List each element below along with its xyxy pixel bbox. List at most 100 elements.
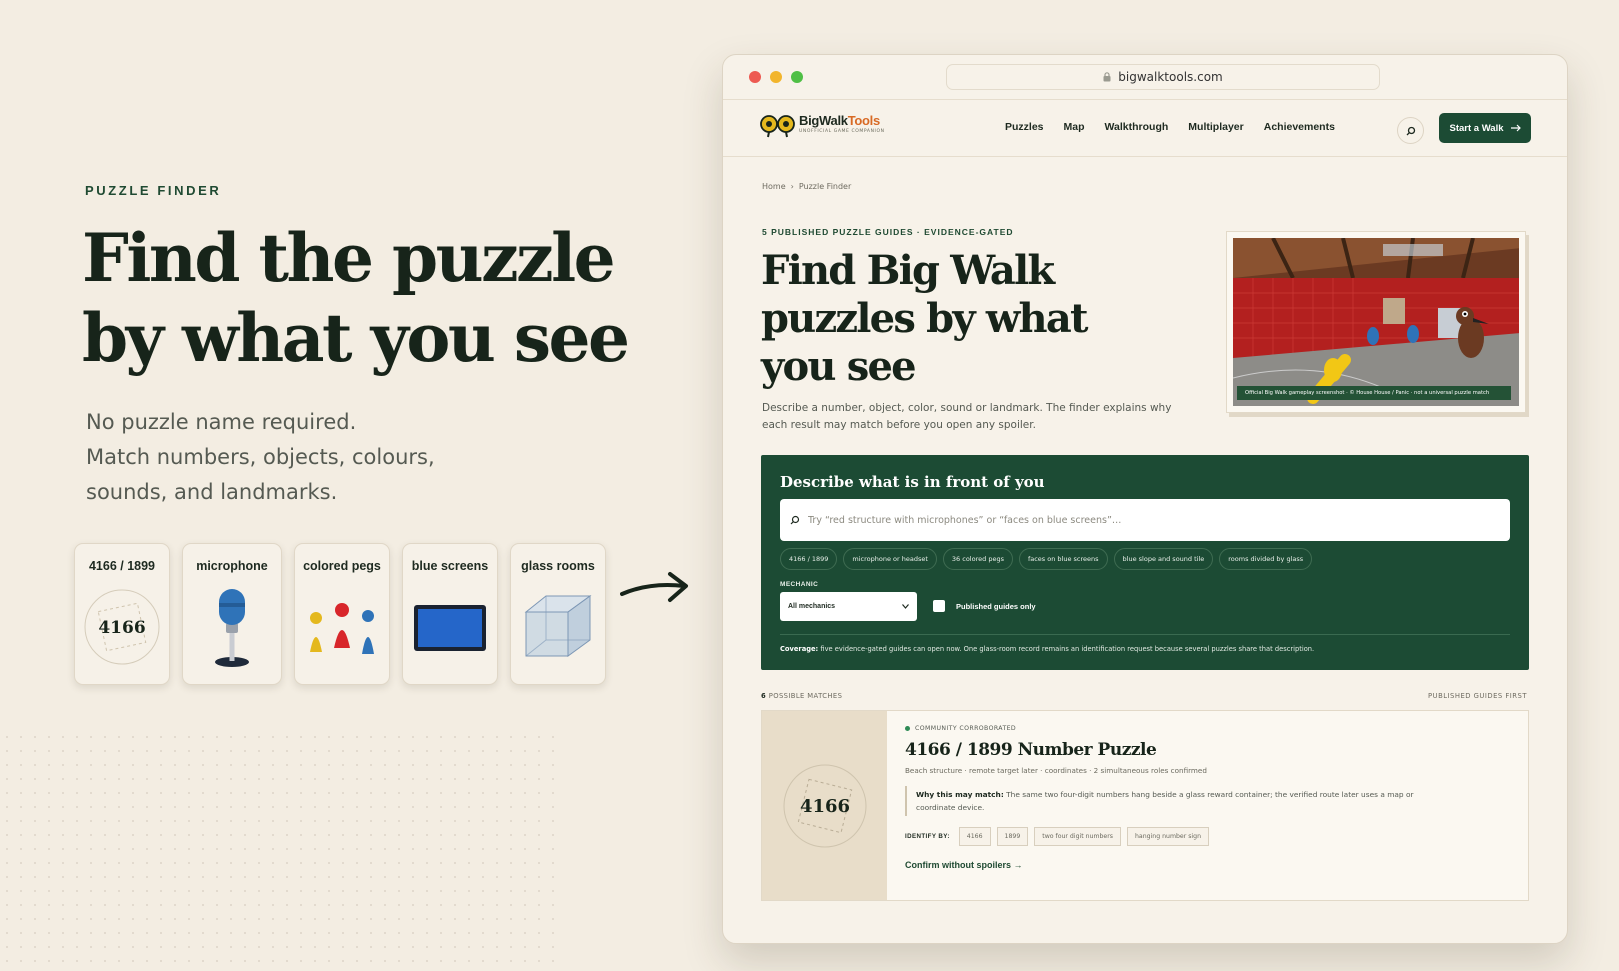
example-card-glass: glass rooms	[510, 543, 606, 685]
minimize-dot-icon[interactable]	[770, 71, 782, 83]
published-only-label: Published guides only	[956, 601, 1036, 611]
hero-title-line: Find the puzzle	[82, 219, 616, 297]
identify-tag: 4166	[958, 827, 991, 846]
page-title: Find Big Walk puzzles by what you see	[761, 247, 1161, 391]
binoculars-logo-icon	[760, 115, 795, 138]
start-walk-label: Start a Walk	[1449, 122, 1504, 134]
stamp-text: 4166	[98, 618, 145, 638]
confirm-without-spoilers-link[interactable]: Confirm without spoilers →	[905, 860, 1510, 870]
thumb-text: 4166	[799, 796, 849, 817]
browser-chrome: bigwalktools.com	[723, 55, 1567, 98]
microphone-icon	[190, 585, 274, 669]
nav-link-map[interactable]: Map	[1064, 121, 1085, 133]
card-label: microphone	[196, 559, 268, 573]
number-stamp-icon: 4166	[80, 585, 164, 669]
identify-tags: IDENTIFY BY: 4166 1899 two four digit nu…	[905, 827, 1510, 846]
blue-screen-icon	[408, 585, 492, 669]
browser-window: bigwalktools.com BigWalkTools UNOFFICIAL…	[722, 54, 1568, 944]
dot-pattern	[0, 730, 560, 970]
page-eyebrow: 5 PUBLISHED PUZZLE GUIDES · EVIDENCE-GAT…	[762, 227, 1014, 237]
site-nav: BigWalkTools UNOFFICIAL GAME COMPANION P…	[723, 99, 1567, 157]
screenshot-caption: Official Big Walk gameplay screenshot · …	[1237, 386, 1511, 400]
status-badge: COMMUNITY CORROBORATED	[905, 725, 1510, 732]
results-count-number: 6	[761, 692, 767, 700]
identify-tag: 1899	[996, 827, 1029, 846]
status-badge-label: COMMUNITY CORROBORATED	[915, 725, 1017, 732]
nav-links: Puzzles Map Walkthrough Multiplayer Achi…	[1005, 121, 1335, 133]
hero-subtitle-line: sounds, and landmarks.	[86, 480, 338, 504]
identify-tag: hanging number sign	[1127, 827, 1210, 846]
breadcrumb-separator: ›	[790, 182, 794, 191]
nav-link-multiplayer[interactable]: Multiplayer	[1188, 121, 1243, 133]
published-only-checkbox[interactable]	[933, 600, 945, 612]
nav-link-puzzles[interactable]: Puzzles	[1005, 121, 1044, 133]
card-label: blue screens	[411, 559, 489, 573]
result-title[interactable]: 4166 / 1899 Number Puzzle	[905, 740, 1510, 760]
glass-cube-icon	[516, 585, 600, 669]
match-explanation-label: Why this may match:	[916, 790, 1004, 799]
address-bar[interactable]: bigwalktools.com	[946, 64, 1380, 90]
example-card-number: 4166 / 1899 4166	[74, 543, 170, 685]
page-title-line: puzzles by what	[761, 295, 1088, 342]
maximize-dot-icon[interactable]	[791, 71, 803, 83]
finder-search-box[interactable]	[780, 499, 1510, 541]
suggestion-chip[interactable]: microphone or headset	[843, 548, 937, 570]
result-card[interactable]: 4166 COMMUNITY CORROBORATED 4166 / 1899 …	[761, 710, 1529, 901]
search-icon	[790, 515, 800, 525]
published-only-toggle[interactable]: Published guides only	[933, 600, 1036, 612]
suggestion-chip[interactable]: rooms divided by glass	[1219, 548, 1313, 570]
card-label: colored pegs	[303, 559, 381, 573]
example-card-pegs: colored pegs	[294, 543, 390, 685]
breadcrumb-home[interactable]: Home	[762, 182, 786, 191]
search-icon	[1406, 126, 1415, 135]
finder-search-input[interactable]	[808, 514, 1510, 526]
card-label: glass rooms	[521, 559, 595, 573]
gameplay-scene-image	[1233, 238, 1519, 406]
suggestion-chip[interactable]: blue slope and sound tile	[1113, 548, 1214, 570]
page-title-line: Find Big Walk	[761, 247, 1055, 294]
hero-title-line: by what you see	[82, 299, 630, 377]
page-description: Describe a number, object, color, sound …	[762, 402, 1172, 431]
identify-tag: two four digit numbers	[1034, 827, 1121, 846]
breadcrumb-current: Puzzle Finder	[798, 182, 852, 191]
divider	[780, 634, 1510, 635]
arrow-right-icon	[1510, 124, 1521, 132]
hero-subtitle-line: No puzzle name required.	[86, 410, 357, 434]
nav-search-button[interactable]	[1397, 117, 1424, 144]
hero-subtitle: No puzzle name required. Match numbers, …	[86, 405, 506, 510]
close-dot-icon[interactable]	[749, 71, 761, 83]
site-logo[interactable]: BigWalkTools UNOFFICIAL GAME COMPANION	[760, 114, 885, 138]
suggestion-chip[interactable]: 36 colored pegs	[942, 548, 1013, 570]
coverage-note: Coverage: five evidence-gated guides can…	[780, 645, 1314, 653]
card-label: 4166 / 1899	[88, 559, 156, 573]
arrow-right-icon	[620, 572, 688, 602]
hero-subtitle-line: Match numbers, objects, colours,	[86, 445, 435, 469]
colored-pegs-icon	[300, 585, 384, 669]
result-meta: Beach structure · remote target later · …	[905, 766, 1207, 775]
breadcrumb: Home › Puzzle Finder	[762, 182, 851, 191]
results-sort-label: PUBLISHED GUIDES FIRST	[1428, 692, 1527, 700]
lock-icon	[1103, 72, 1111, 82]
coverage-label: Coverage:	[780, 645, 819, 653]
start-walk-button[interactable]: Start a Walk	[1439, 113, 1531, 143]
example-cards: 4166 / 1899 4166 microphone colored pegs	[74, 543, 606, 685]
status-dot-icon	[905, 726, 910, 731]
identify-label: IDENTIFY BY:	[905, 833, 950, 840]
suggestion-chip[interactable]: faces on blue screens	[1018, 548, 1108, 570]
mechanic-label: MECHANIC	[780, 581, 819, 588]
suggestion-chip[interactable]: 4166 / 1899	[780, 548, 838, 570]
gameplay-screenshot: Official Big Walk gameplay screenshot · …	[1226, 231, 1526, 413]
mechanic-select[interactable]: All mechanics	[780, 592, 917, 621]
example-card-screens: blue screens	[402, 543, 498, 685]
result-thumbnail: 4166	[762, 711, 887, 900]
match-explanation: Why this may match: The same two four-di…	[905, 786, 1415, 816]
nav-link-walkthrough[interactable]: Walkthrough	[1105, 121, 1169, 133]
hero-title: Find the puzzle by what you see	[82, 218, 682, 378]
number-stamp-icon: 4166	[783, 764, 866, 847]
chevron-down-icon	[902, 604, 909, 609]
finder-panel-title: Describe what is in front of you	[780, 473, 1045, 491]
results-count-label: POSSIBLE MATCHES	[768, 692, 843, 700]
suggestion-chips: 4166 / 1899 microphone or headset 36 col…	[780, 548, 1313, 570]
hero-eyebrow: PUZZLE FINDER	[85, 183, 222, 198]
nav-link-achievements[interactable]: Achievements	[1264, 121, 1335, 133]
